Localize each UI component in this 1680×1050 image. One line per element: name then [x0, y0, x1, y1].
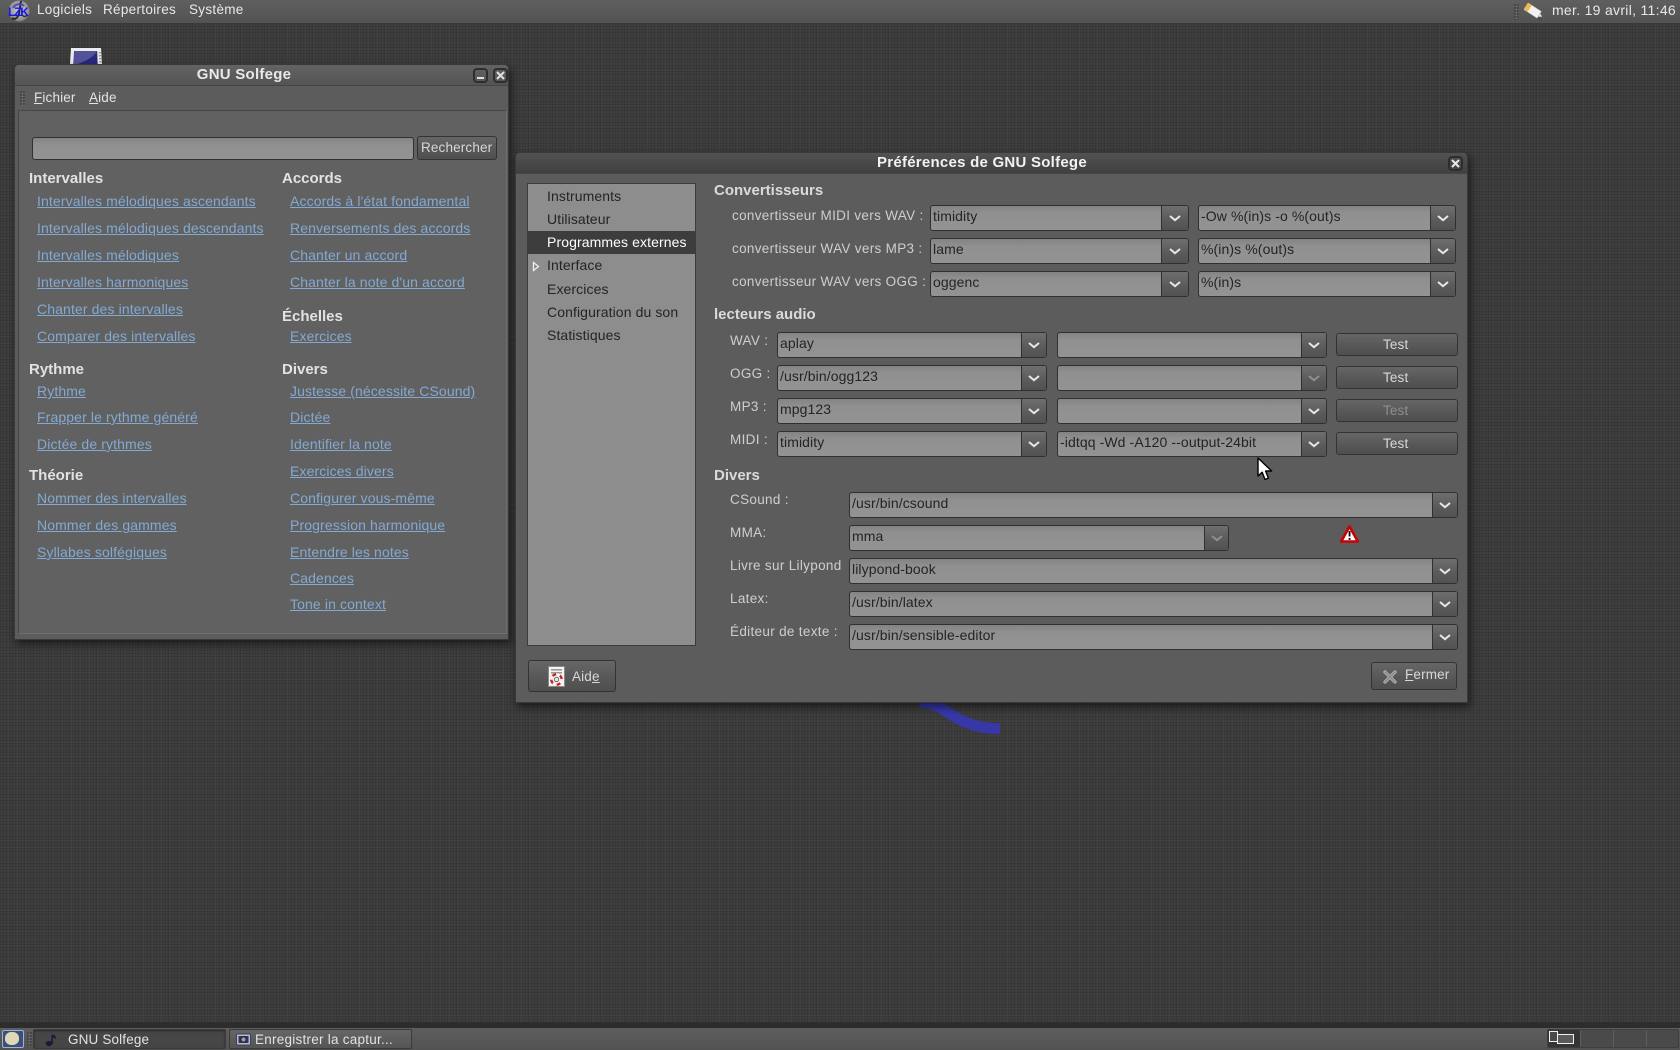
svg-text:LZK: LZK — [8, 5, 29, 19]
